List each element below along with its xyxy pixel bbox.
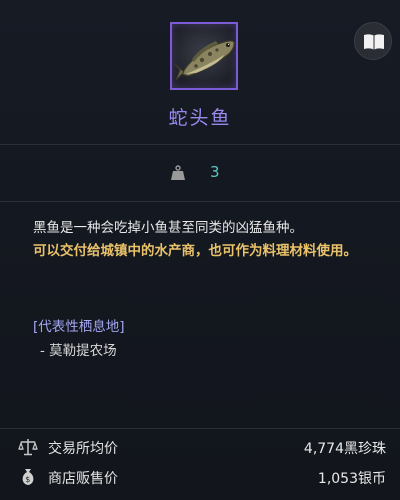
divider xyxy=(0,428,400,429)
svg-text:$: $ xyxy=(25,475,30,484)
item-header: 蛇头鱼 xyxy=(0,0,400,145)
book-icon xyxy=(364,34,384,50)
scale-icon xyxy=(18,439,38,456)
weight-icon xyxy=(171,165,185,180)
weight-value: 3 xyxy=(210,163,220,181)
item-name: 蛇头鱼 xyxy=(168,107,232,129)
habitat-item: - 莫勒提农场 xyxy=(40,343,117,359)
description-text: 黑鱼是一种会吃掉小鱼甚至同类的凶猛鱼种。 xyxy=(33,220,303,236)
exchange-price-label: 交易所均价 xyxy=(48,441,118,457)
habitat-title: [代表性栖息地] xyxy=(33,319,125,335)
item-description: 黑鱼是一种会吃掉小鱼甚至同类的凶猛鱼种。 可以交付给城镇中的水产商，也可作为料理… xyxy=(33,217,383,263)
exchange-price-row: 交易所均价 4,774黑珍珠 xyxy=(0,432,400,462)
encyclopedia-button[interactable] xyxy=(354,22,392,60)
shop-price-label: 商店贩售价 xyxy=(48,471,118,487)
money-bag-icon: $ xyxy=(22,469,34,485)
item-icon-frame xyxy=(170,22,238,90)
fish-icon xyxy=(174,40,235,81)
description-usage-text: 可以交付给城镇中的水产商，也可作为料理材料使用。 xyxy=(33,243,357,259)
shop-price-value: 1,053银币 xyxy=(317,471,386,487)
weight-row: 3 xyxy=(0,145,400,202)
shop-price-row: $ 商店贩售价 1,053银币 xyxy=(0,462,400,492)
item-tooltip-panel: 蛇头鱼 3 黑鱼是一种会吃掉小鱼甚至同类的凶猛鱼种。 可以交付给城镇中的水产商，… xyxy=(0,0,400,500)
exchange-price-value: 4,774黑珍珠 xyxy=(303,441,386,457)
